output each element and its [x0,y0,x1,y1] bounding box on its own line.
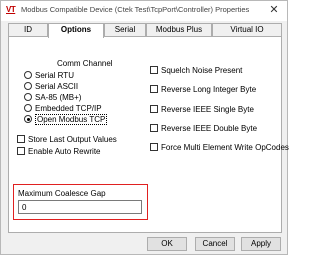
radio-button[interactable] [24,104,32,112]
checkbox[interactable] [150,66,158,74]
radio-button[interactable] [24,71,32,79]
ok-button[interactable]: OK [147,237,187,251]
reverse-ieee-single-checkbox[interactable]: Reverse IEEE Single Byte [150,104,254,114]
radio-sa85[interactable]: SA-85 (MB+) [24,92,81,102]
radio-button-selected[interactable] [24,115,32,123]
enable-auto-rewrite-checkbox[interactable]: Enable Auto Rewrite [17,146,101,156]
radio-label: Serial RTU [35,70,74,80]
tab-virtual-io[interactable]: Virtual IO [212,23,282,37]
checkbox-label: Reverse IEEE Double Byte [161,123,258,133]
cancel-button[interactable]: Cancel [195,237,235,251]
reverse-long-integer-checkbox[interactable]: Reverse Long Integer Byte [150,84,256,94]
radio-serial-rtu[interactable]: Serial RTU [24,70,74,80]
radio-open-modbus-tcp[interactable]: Open Modbus TCP [24,113,108,125]
checkbox-label: Force Multi Element Write OpCodes [161,142,289,152]
title-bar: VT Modbus Compatible Device (Ctek Test\T… [1,1,287,21]
checkbox-label: Reverse Long Integer Byte [161,84,257,94]
checkbox-label: Reverse IEEE Single Byte [161,104,254,114]
coalesce-gap-label: Maximum Coalesce Gap [18,189,106,198]
close-icon[interactable]: ✕ [263,2,285,19]
checkbox[interactable] [150,105,158,113]
comm-channel-title: Comm Channel [57,59,113,68]
checkbox[interactable] [17,147,25,155]
reverse-ieee-double-checkbox[interactable]: Reverse IEEE Double Byte [150,123,257,133]
tab-options[interactable]: Options [48,23,104,38]
checkbox[interactable] [150,85,158,93]
force-multi-element-checkbox[interactable]: Force Multi Element Write OpCodes [150,142,289,152]
radio-serial-ascii[interactable]: Serial ASCII [24,81,78,91]
radio-label: Open Modbus TCP [35,113,108,125]
options-panel: Comm Channel Serial RTU Serial ASCII SA-… [8,36,289,233]
radio-button[interactable] [24,82,32,90]
apply-button[interactable]: Apply [241,237,281,251]
radio-label: Serial ASCII [35,81,79,91]
radio-button[interactable] [24,93,32,101]
checkbox[interactable] [150,124,158,132]
store-last-output-checkbox[interactable]: Store Last Output Values [17,134,117,144]
radio-label: Embedded TCP/IP [35,103,102,113]
coalesce-gap-input[interactable] [18,200,142,214]
checkbox-label: Store Last Output Values [28,134,117,144]
squelch-noise-checkbox[interactable]: Squelch Noise Present [150,65,242,75]
tab-modbus-plus[interactable]: Modbus Plus [146,23,212,37]
app-logo-icon: VT [6,5,16,14]
tab-serial[interactable]: Serial [104,23,146,37]
checkbox[interactable] [150,143,158,151]
radio-embedded-tcpip[interactable]: Embedded TCP/IP [24,103,102,113]
checkbox-label: Squelch Noise Present [161,65,243,75]
coalesce-gap-group: Maximum Coalesce Gap [13,184,148,220]
properties-dialog: VT Modbus Compatible Device (Ctek Test\T… [0,0,289,255]
window-title: Modbus Compatible Device (Ctek Test\TcpP… [21,5,250,14]
tab-strip: ID Options Serial Modbus Plus Virtual IO [8,23,282,38]
checkbox[interactable] [17,135,25,143]
tab-id[interactable]: ID [8,23,48,37]
checkbox-label: Enable Auto Rewrite [28,146,101,156]
radio-label: SA-85 (MB+) [35,92,82,102]
